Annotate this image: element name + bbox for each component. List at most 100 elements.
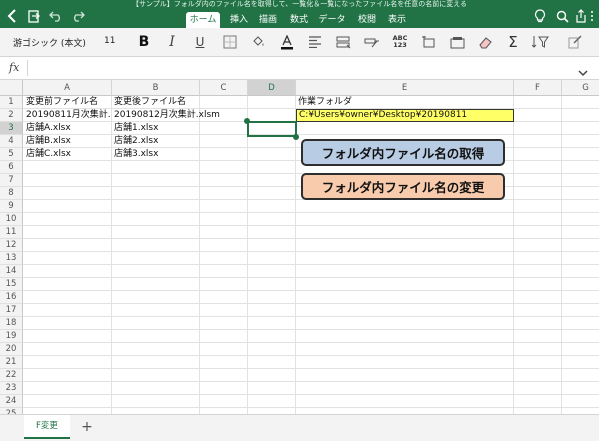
cell-a4[interactable]: 店舗B.xlsx <box>24 135 112 148</box>
row-header-18[interactable]: 18 <box>0 317 23 330</box>
tab-data[interactable]: データ <box>316 12 348 28</box>
back-button[interactable] <box>2 7 22 25</box>
more-button[interactable] <box>585 7 599 25</box>
tab-review[interactable]: 校閲 <box>355 12 379 28</box>
row-header-10[interactable]: 10 <box>0 213 23 226</box>
active-cell-selection[interactable] <box>247 121 297 137</box>
column-header-c[interactable]: C <box>200 80 248 96</box>
font-name-select[interactable]: 游ゴシック (本文) <box>13 36 86 49</box>
find-icon <box>568 35 582 49</box>
selection-handle-bottom[interactable] <box>293 134 299 140</box>
file-button[interactable] <box>24 7 44 25</box>
insert-cells-button[interactable] <box>418 33 438 51</box>
row-header-8[interactable]: 8 <box>0 187 23 200</box>
row-header-20[interactable]: 20 <box>0 343 23 356</box>
cell-b3[interactable]: 店舗1.xlsx <box>112 122 200 135</box>
cell-b2[interactable]: 20190812月次集計.xlsm <box>112 109 248 122</box>
row-header-24[interactable]: 24 <box>0 395 23 408</box>
sort-filter-button[interactable] <box>530 33 550 51</box>
column-header-e[interactable]: E <box>296 80 514 96</box>
row-header-1[interactable]: 1 <box>0 96 23 109</box>
row-header-22[interactable]: 22 <box>0 369 23 382</box>
gridline <box>247 96 248 414</box>
formula-separator <box>27 60 28 76</box>
row-header-6[interactable]: 6 <box>0 161 23 174</box>
selection-handle-top[interactable] <box>244 118 250 124</box>
cell-e1[interactable]: 作業フォルダ <box>296 96 514 109</box>
format-cells-button[interactable] <box>447 33 467 51</box>
cell-a2[interactable]: 20190811月次集計. <box>24 109 112 122</box>
row-header-23[interactable]: 23 <box>0 382 23 395</box>
worksheet-grid[interactable]: A B C D E F G 1 2 3 4 5 6 7 8 9 10 11 12 13 14 15 16 17 1… <box>0 80 599 414</box>
row-header-7[interactable]: 7 <box>0 174 23 187</box>
tab-home[interactable]: ホーム <box>186 12 220 28</box>
gridline <box>295 96 296 414</box>
autosum-button[interactable]: Σ <box>503 33 523 51</box>
eraser-icon <box>478 36 492 48</box>
cell-styles-button[interactable] <box>333 33 353 51</box>
tab-formulas[interactable]: 数式 <box>287 12 311 28</box>
rename-files-button[interactable]: フォルダ内ファイル名の変更 <box>301 173 505 200</box>
align-button[interactable] <box>305 33 325 51</box>
column-header-a[interactable]: A <box>23 80 112 96</box>
row-header-5[interactable]: 5 <box>0 148 23 161</box>
row-header-19[interactable]: 19 <box>0 330 23 343</box>
column-header-g[interactable]: G <box>562 80 599 96</box>
gridline <box>23 355 599 356</box>
column-header-f[interactable]: F <box>514 80 562 96</box>
font-color-button[interactable] <box>277 33 297 51</box>
cell-a5[interactable]: 店舗C.xlsx <box>24 148 112 161</box>
tell-me-button[interactable] <box>530 7 550 25</box>
cell-a3[interactable]: 店舗A.xlsx <box>24 122 112 135</box>
row-header-2[interactable]: 2 <box>0 109 23 122</box>
row-header-15[interactable]: 15 <box>0 278 23 291</box>
cell-b1[interactable]: 変更後ファイル名 <box>112 96 200 109</box>
tab-view[interactable]: 表示 <box>385 12 409 28</box>
find-select-button[interactable] <box>565 33 585 51</box>
clear-button[interactable] <box>475 33 495 51</box>
underline-button[interactable]: U <box>190 33 210 51</box>
cell-e2-work-folder[interactable]: C:¥Users¥owner¥Desktop¥20190811 <box>296 109 514 122</box>
row-header-14[interactable]: 14 <box>0 265 23 278</box>
row-header-16[interactable]: 16 <box>0 291 23 304</box>
redo-icon <box>74 11 85 22</box>
row-header-3[interactable]: 3 <box>0 122 23 135</box>
tab-draw[interactable]: 描画 <box>256 12 280 28</box>
redo-button[interactable] <box>68 7 88 25</box>
bold-button[interactable]: B <box>134 33 154 51</box>
gridline <box>23 264 599 265</box>
select-all-corner[interactable] <box>0 80 23 96</box>
spelling-button[interactable]: ABC 123 <box>390 33 410 51</box>
row-header-17[interactable]: 17 <box>0 304 23 317</box>
search-button[interactable] <box>552 7 572 25</box>
gridline <box>23 316 599 317</box>
cell-b4[interactable]: 店舗2.xlsx <box>112 135 200 148</box>
cell-b5[interactable]: 店舗3.xlsx <box>112 148 200 161</box>
row-header-4[interactable]: 4 <box>0 135 23 148</box>
row-header-11[interactable]: 11 <box>0 226 23 239</box>
tab-insert[interactable]: 挿入 <box>227 12 251 28</box>
font-size-select[interactable]: 11 <box>104 36 115 46</box>
get-file-names-button[interactable]: フォルダ内ファイル名の取得 <box>301 139 505 166</box>
paintbrush-icon <box>364 38 379 48</box>
cell-a1[interactable]: 変更前ファイル名 <box>24 96 112 109</box>
formula-input[interactable] <box>32 61 572 75</box>
font-color-icon <box>281 34 293 49</box>
undo-button[interactable] <box>46 7 66 25</box>
sheet-tab-active[interactable]: F変更 <box>24 415 70 439</box>
column-header-d[interactable]: D <box>248 80 296 96</box>
row-header-21[interactable]: 21 <box>0 356 23 369</box>
borders-button[interactable] <box>220 33 240 51</box>
row-header-12[interactable]: 12 <box>0 239 23 252</box>
gridline <box>23 303 599 304</box>
expand-formula-button[interactable] <box>578 62 588 81</box>
document-title: 【サンプル】フォルダ内のファイル名を取得して、一覧化＆一覧になったファイル名を任… <box>131 0 468 8</box>
format-painter-button[interactable] <box>362 33 382 51</box>
row-header-13[interactable]: 13 <box>0 252 23 265</box>
column-header-b[interactable]: B <box>112 80 200 96</box>
gridline <box>23 212 599 213</box>
row-header-9[interactable]: 9 <box>0 200 23 213</box>
add-sheet-button[interactable]: + <box>78 418 96 436</box>
fill-color-button[interactable] <box>248 33 268 51</box>
italic-button[interactable]: I <box>162 33 182 51</box>
